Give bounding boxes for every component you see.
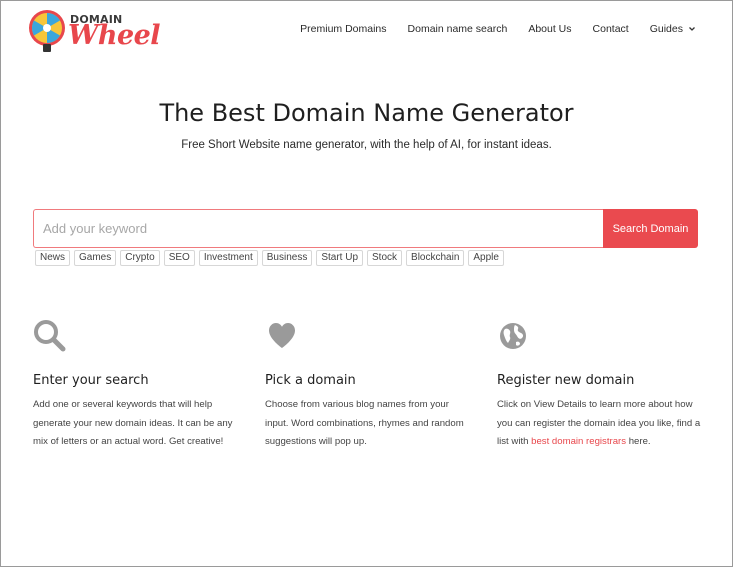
tag-games[interactable]: Games xyxy=(74,250,117,266)
tag-news[interactable]: News xyxy=(35,250,71,266)
feature-description: Choose from various blog names from your… xyxy=(265,399,464,447)
main-nav: Premium Domains Domain name search About… xyxy=(279,23,696,35)
nav-domain-name-search[interactable]: Domain name search xyxy=(408,23,508,35)
feature-pick-domain: Pick a domain Choose from various blog n… xyxy=(265,319,470,452)
best-domain-registrars-link[interactable]: best domain registrars xyxy=(531,436,626,447)
feature-description: Click on View Details to learn more abou… xyxy=(497,396,707,452)
nav-contact[interactable]: Contact xyxy=(593,23,629,35)
feature-enter-search: Enter your search Add one or several key… xyxy=(33,319,238,452)
nav-guides[interactable]: Guides xyxy=(650,23,696,35)
nav-premium-domains[interactable]: Premium Domains xyxy=(300,23,386,35)
chevron-down-icon xyxy=(689,27,695,31)
tag-seo[interactable]: SEO xyxy=(163,250,195,266)
feature-title: Enter your search xyxy=(33,373,149,388)
feature-title: Pick a domain xyxy=(265,373,356,388)
logo-wheel-text: Wheel xyxy=(68,20,161,51)
nav-guides-label: Guides xyxy=(649,23,683,35)
page-subtitle: Free Short Website name generator, with … xyxy=(181,139,552,151)
tag-stock[interactable]: Stock xyxy=(367,250,403,266)
keyword-tags: News Games Crypto SEO Investment Busines… xyxy=(35,250,504,266)
feature-description: Add one or several keywords that will he… xyxy=(33,399,233,447)
feature-text-after: here. xyxy=(626,436,651,447)
search-icon xyxy=(34,320,66,352)
page-title: The Best Domain Name Generator xyxy=(159,99,574,127)
feature-title: Register new domain xyxy=(497,373,635,388)
tag-apple[interactable]: Apple xyxy=(468,250,504,266)
search-domain-button[interactable]: Search Domain xyxy=(603,209,698,248)
feature-register-domain: Register new domain Click on View Detail… xyxy=(497,319,707,452)
heart-icon xyxy=(269,323,295,348)
nav-about-us[interactable]: About Us xyxy=(528,23,571,35)
keyword-search-input[interactable] xyxy=(33,209,603,248)
wheel-logo-icon xyxy=(29,10,65,52)
site-header: DOMAIN Wheel Premium Domains Domain name… xyxy=(1,1,732,61)
site-logo[interactable]: DOMAIN Wheel xyxy=(27,9,161,55)
tag-investment[interactable]: Investment xyxy=(198,250,258,266)
tag-crypto[interactable]: Crypto xyxy=(120,250,160,266)
search-bar: Search Domain xyxy=(33,209,698,248)
globe-icon xyxy=(500,323,526,349)
tag-business[interactable]: Business xyxy=(261,250,313,266)
tag-start-up[interactable]: Start Up xyxy=(316,250,364,266)
tag-blockchain[interactable]: Blockchain xyxy=(406,250,465,266)
